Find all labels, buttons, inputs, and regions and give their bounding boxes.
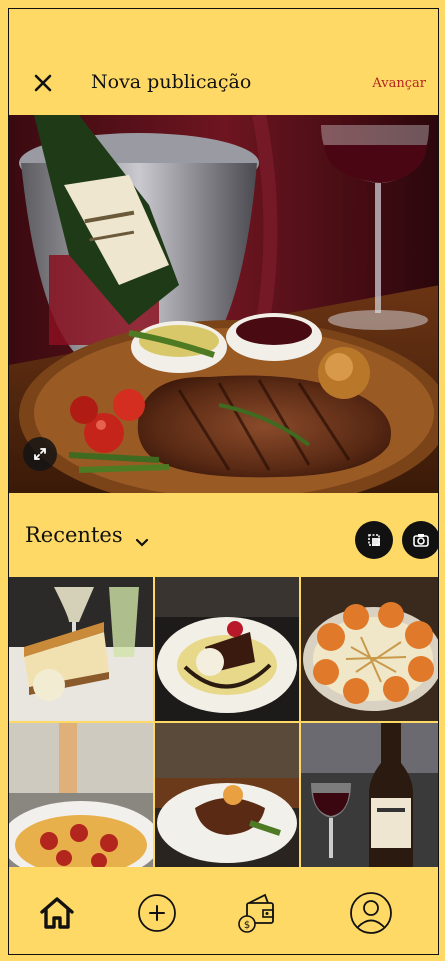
- gallery-thumbnail[interactable]: [9, 577, 153, 721]
- gallery-thumbnail[interactable]: [155, 723, 299, 867]
- close-icon[interactable]: [31, 71, 55, 95]
- page-title: Nova publicação: [91, 71, 252, 93]
- selected-photo-preview[interactable]: [9, 115, 438, 493]
- next-button[interactable]: Avançar: [372, 76, 426, 91]
- chevron-down-icon[interactable]: [135, 533, 149, 552]
- expand-icon[interactable]: [23, 437, 57, 471]
- album-selector-label[interactable]: Recentes: [25, 523, 123, 547]
- header: Nova publicação Avançar: [9, 9, 438, 117]
- gallery-thumbnail[interactable]: [9, 723, 153, 867]
- wallet-icon[interactable]: $: [233, 889, 281, 937]
- photo-grid: [9, 577, 438, 867]
- camera-icon[interactable]: [402, 521, 438, 559]
- gallery-toolbar: Recentes: [9, 493, 438, 577]
- gallery-thumbnail[interactable]: [155, 577, 299, 721]
- svg-text:$: $: [244, 920, 250, 931]
- gallery-thumbnail[interactable]: [301, 577, 438, 721]
- multi-select-icon[interactable]: [355, 521, 393, 559]
- home-icon[interactable]: [33, 889, 81, 937]
- add-icon[interactable]: [133, 889, 181, 937]
- bottom-nav: $: [9, 867, 438, 954]
- gallery-thumbnail[interactable]: [301, 723, 438, 867]
- profile-icon[interactable]: [347, 889, 395, 937]
- app-frame: Nova publicação Avançar Recentes $: [8, 8, 439, 955]
